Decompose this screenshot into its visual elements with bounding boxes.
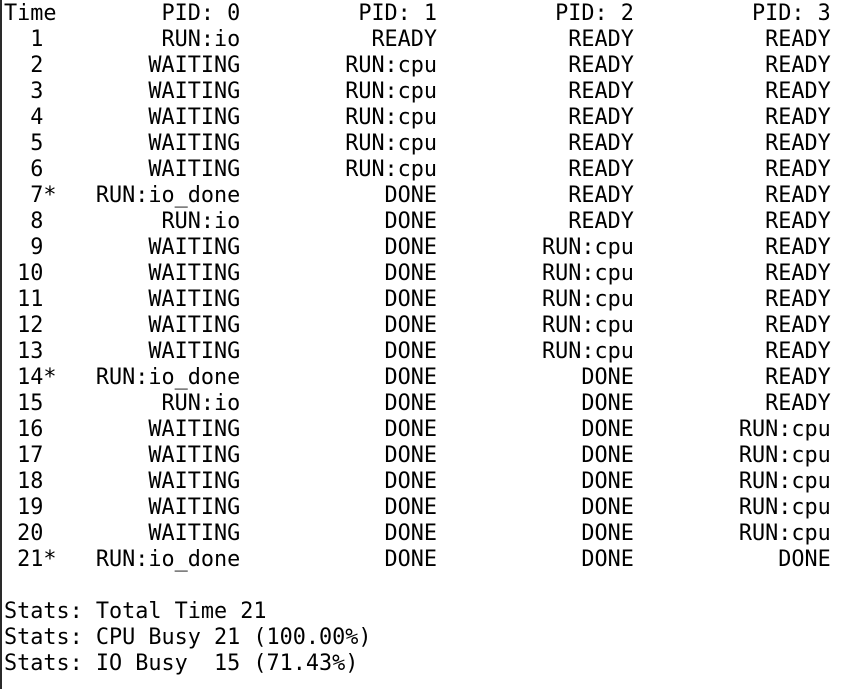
table-row: 20 WAITING DONE DONE RUN:cpu [4, 521, 831, 546]
table-row: 1 RUN:io READY READY READY [4, 27, 831, 52]
terminal-output[interactable]: Time PID: 0 PID: 1 PID: 2 PID: 3 1 RUN:i… [0, 0, 865, 689]
table-row: 21* RUN:io_done DONE DONE DONE [4, 547, 831, 572]
stats-io-busy: Stats: IO Busy 15 (71.43%) [4, 651, 359, 676]
table-row: 4 WAITING RUN:cpu READY READY [4, 105, 831, 130]
stats-total-time: Stats: Total Time 21 [4, 599, 267, 624]
table-row: 14* RUN:io_done DONE DONE READY [4, 365, 831, 390]
table-row: 5 WAITING RUN:cpu READY READY [4, 131, 831, 156]
table-row: 7* RUN:io_done DONE READY READY [4, 183, 831, 208]
table-row: 11 WAITING DONE RUN:cpu READY [4, 287, 831, 312]
table-row: 16 WAITING DONE DONE RUN:cpu [4, 417, 831, 442]
table-row: 3 WAITING RUN:cpu READY READY [4, 79, 831, 104]
table-row: 19 WAITING DONE DONE RUN:cpu [4, 495, 831, 520]
table-row: 6 WAITING RUN:cpu READY READY [4, 157, 831, 182]
stats-cpu-busy: Stats: CPU Busy 21 (100.00%) [4, 625, 372, 650]
table-row: 2 WAITING RUN:cpu READY READY [4, 53, 831, 78]
table-row: 17 WAITING DONE DONE RUN:cpu [4, 443, 831, 468]
table-row: 12 WAITING DONE RUN:cpu READY [4, 313, 831, 338]
table-row: 9 WAITING DONE RUN:cpu READY [4, 235, 831, 260]
table-row: 13 WAITING DONE RUN:cpu READY [4, 339, 831, 364]
table-row: 15 RUN:io DONE DONE READY [4, 391, 831, 416]
table-header: Time PID: 0 PID: 1 PID: 2 PID: 3 [4, 1, 831, 26]
table-row: 10 WAITING DONE RUN:cpu READY [4, 261, 831, 286]
table-row: 18 WAITING DONE DONE RUN:cpu [4, 469, 831, 494]
table-row: 8 RUN:io DONE READY READY [4, 209, 831, 234]
